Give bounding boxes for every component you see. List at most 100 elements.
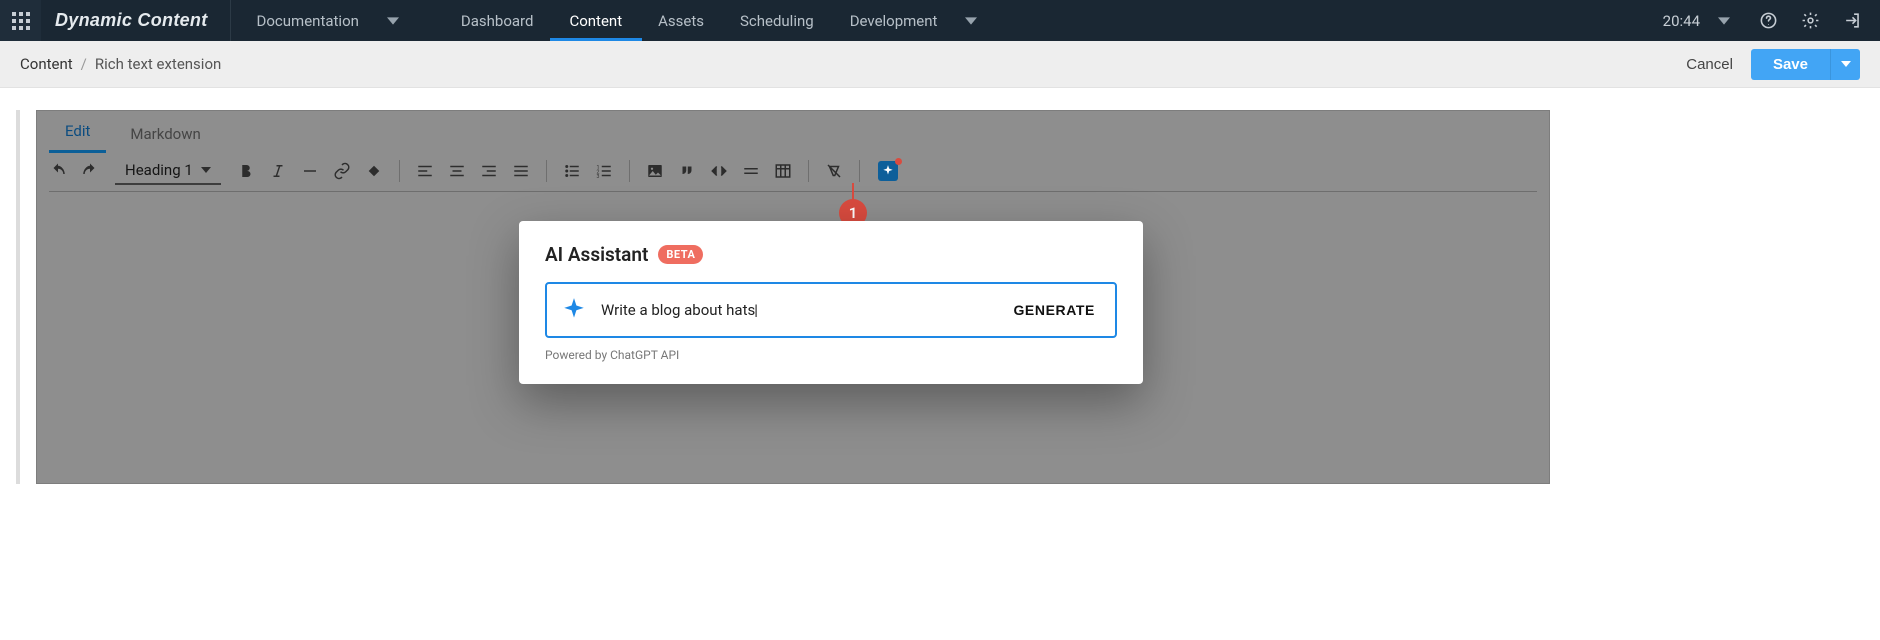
quote-button[interactable] (674, 158, 700, 184)
format-value: Heading 1 (125, 161, 193, 179)
beta-badge: BETA (658, 245, 703, 264)
bold-icon (237, 162, 255, 180)
ai-assistant-modal: AI Assistant BETA Write a blog about hat… (519, 221, 1143, 384)
ai-title: AI Assistant (545, 243, 648, 266)
breadcrumb-page: Rich text extension (95, 55, 221, 73)
brand-logo: Dynamic Content (41, 10, 230, 31)
chevron-down-icon (1718, 15, 1730, 27)
nav-label: Development (850, 12, 938, 30)
nav-label: Scheduling (740, 12, 814, 30)
time-selector[interactable]: 20:44 (1653, 12, 1740, 30)
diamond-icon (365, 162, 383, 180)
prompt-box: Write a blog about hats GENERATE (545, 282, 1117, 338)
clear-format-button[interactable] (821, 158, 847, 184)
bullet-list-button[interactable] (559, 158, 585, 184)
editor-tabs: Edit Markdown (37, 111, 1549, 153)
chevron-down-icon (965, 15, 977, 27)
align-left-icon (416, 162, 434, 180)
image-icon (646, 162, 664, 180)
nav-assets[interactable]: Assets (640, 0, 722, 41)
align-justify-button[interactable] (508, 158, 534, 184)
bold-button[interactable] (233, 158, 259, 184)
save-group: Save (1751, 49, 1860, 80)
editor-toolbar: Heading 1 123 (37, 153, 1549, 189)
breadcrumb-root[interactable]: Content (20, 55, 73, 73)
number-list-button[interactable]: 123 (591, 158, 617, 184)
unlink-button[interactable] (361, 158, 387, 184)
format-select[interactable]: Heading 1 (115, 157, 221, 185)
clear-format-icon (825, 162, 843, 180)
code-icon (710, 162, 728, 180)
table-button[interactable] (770, 158, 796, 184)
breadcrumb-sep: / (81, 55, 87, 73)
quote-icon (678, 162, 696, 180)
topbar: Dynamic Content Documentation Dashboard … (0, 0, 1880, 41)
subbar-actions: Cancel Save (1686, 49, 1860, 80)
toolbar-sep (808, 160, 809, 182)
bullet-list-icon (563, 162, 581, 180)
nav-scheduling[interactable]: Scheduling (722, 0, 832, 41)
nav-label: Dashboard (461, 12, 534, 30)
sparkle-icon (881, 164, 895, 178)
strike-button[interactable] (297, 158, 323, 184)
nav-documentation[interactable]: Documentation (239, 0, 443, 41)
undo-icon (49, 162, 67, 180)
chevron-down-icon (1841, 61, 1851, 67)
redo-icon (81, 162, 99, 180)
tab-markdown[interactable]: Markdown (114, 115, 216, 153)
save-dropdown-button[interactable] (1830, 49, 1860, 80)
align-center-button[interactable] (444, 158, 470, 184)
hr-icon (742, 162, 760, 180)
number-list-icon: 123 (595, 162, 613, 180)
ai-title-row: AI Assistant BETA (545, 243, 1117, 266)
save-button[interactable]: Save (1751, 49, 1830, 80)
toolbar-sep (546, 160, 547, 182)
italic-button[interactable] (265, 158, 291, 184)
gear-icon (1801, 11, 1820, 30)
chevron-down-icon (387, 15, 399, 27)
nav-dashboard[interactable]: Dashboard (443, 0, 552, 41)
help-icon (1759, 11, 1778, 30)
cancel-button[interactable]: Cancel (1686, 56, 1733, 73)
align-justify-icon (512, 162, 530, 180)
toolbar-sep (629, 160, 630, 182)
toolbar-sep (859, 160, 860, 182)
nav-label: Content (569, 12, 622, 30)
powered-by-label: Powered by ChatGPT API (545, 348, 1117, 362)
align-right-icon (480, 162, 498, 180)
divider (230, 0, 231, 41)
time-value: 20:44 (1663, 12, 1700, 30)
svg-text:3: 3 (596, 174, 599, 180)
generate-button[interactable]: GENERATE (1007, 302, 1101, 318)
ai-assistant-button[interactable] (878, 161, 898, 181)
align-right-button[interactable] (476, 158, 502, 184)
link-button[interactable] (329, 158, 355, 184)
undo-button[interactable] (45, 158, 71, 184)
align-left-button[interactable] (412, 158, 438, 184)
table-icon (774, 162, 792, 180)
code-button[interactable] (706, 158, 732, 184)
redo-button[interactable] (77, 158, 103, 184)
hr-button[interactable] (738, 158, 764, 184)
minus-icon (301, 162, 319, 180)
logout-button[interactable] (1838, 7, 1866, 35)
italic-icon (269, 162, 287, 180)
nav-content[interactable]: Content (551, 0, 640, 41)
apps-grid-icon (12, 12, 30, 30)
sparkle-icon (561, 297, 587, 323)
apps-grid-button[interactable] (0, 0, 41, 41)
editor-stage: Edit Markdown Heading 1 123 (0, 88, 1880, 484)
left-rail (16, 110, 20, 484)
help-button[interactable] (1754, 7, 1782, 35)
exit-icon (1843, 11, 1862, 30)
nav-development[interactable]: Development (832, 0, 1022, 41)
image-button[interactable] (642, 158, 668, 184)
link-icon (333, 162, 351, 180)
prompt-input[interactable]: Write a blog about hats (601, 301, 993, 319)
topbar-right: 20:44 (1653, 7, 1880, 35)
top-nav: Documentation Dashboard Content Assets S… (239, 0, 1022, 41)
chevron-down-icon (201, 167, 211, 173)
tab-edit[interactable]: Edit (49, 112, 106, 153)
nav-label: Documentation (257, 12, 359, 30)
settings-button[interactable] (1796, 7, 1824, 35)
